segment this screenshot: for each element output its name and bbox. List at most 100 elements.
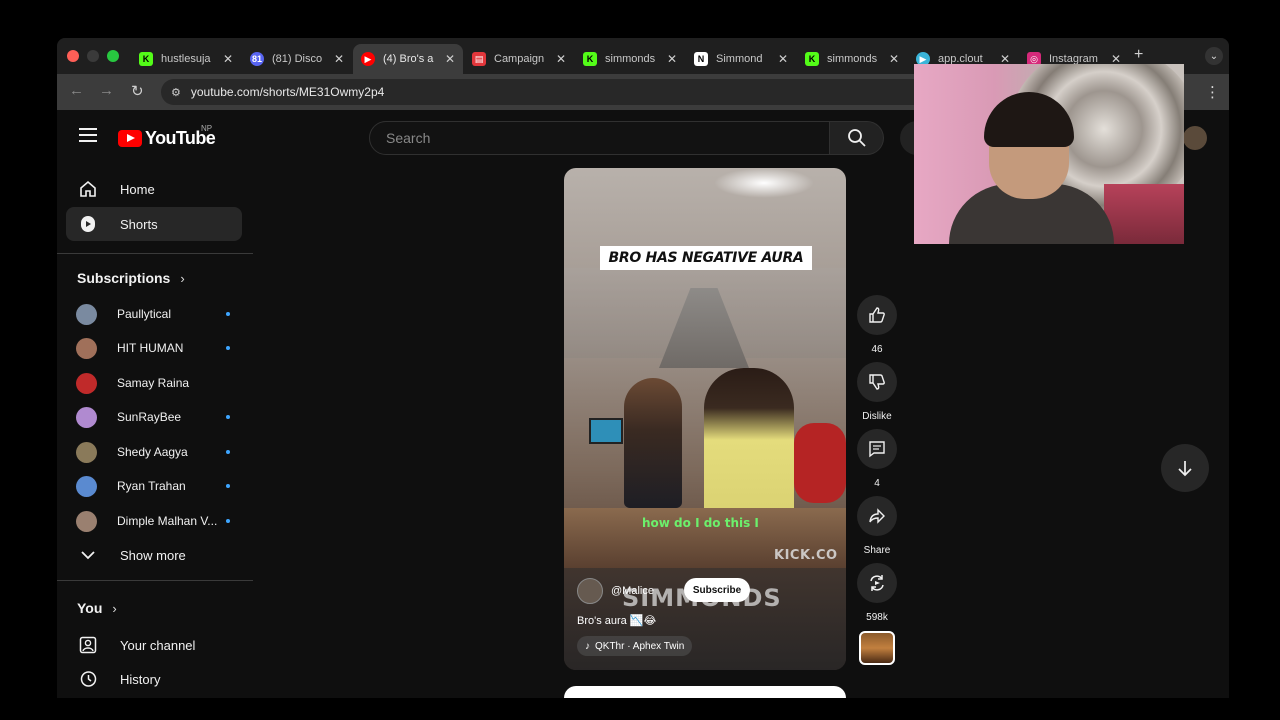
next-short-preview[interactable] — [564, 686, 846, 698]
sidebar-item-label: Your channel — [120, 637, 196, 653]
video-frame-person — [794, 423, 846, 503]
tab-search-chevron-icon[interactable]: ⌄ — [1205, 47, 1223, 65]
tab-title: simmonds — [605, 53, 656, 65]
sidebar-item-home[interactable]: Home — [66, 172, 242, 206]
share-icon — [869, 508, 885, 524]
close-window-button[interactable] — [67, 50, 79, 62]
maximize-window-button[interactable] — [107, 50, 119, 62]
close-tab-icon[interactable]: ✕ — [334, 52, 344, 66]
search-button[interactable] — [830, 121, 884, 155]
thumbs-down-icon — [869, 374, 885, 390]
webcam-overlay — [914, 64, 1184, 244]
subscription-dimple-malhan[interactable]: Dimple Malhan V... — [66, 504, 242, 538]
kick-icon: K — [805, 52, 819, 66]
tab-discord[interactable]: 81 (81) Disco ✕ — [242, 44, 352, 74]
screen: K hustlesuja ✕ 81 (81) Disco ✕ ▶ (4) Bro… — [0, 0, 1280, 720]
sidebar: Home Shorts Subscriptions › Paullytical — [57, 166, 253, 698]
minimize-window-button[interactable] — [87, 50, 99, 62]
show-more-button[interactable]: Show more — [66, 538, 242, 572]
comment-count: 4 — [874, 478, 880, 489]
sidebar-item-label: History — [120, 671, 161, 687]
chevron-right-icon: › — [180, 270, 185, 286]
close-tab-icon[interactable]: ✕ — [667, 52, 677, 66]
site-info-icon[interactable]: ⚙ — [171, 86, 181, 99]
close-tab-icon[interactable]: ✕ — [778, 52, 788, 66]
tab-hustlesuja[interactable]: K hustlesuja ✕ — [131, 44, 241, 74]
subscription-ryan-trahan[interactable]: Ryan Trahan — [66, 469, 242, 503]
subscription-sunraybee[interactable]: SunRayBee — [66, 400, 242, 434]
shorts-player[interactable]: BRO HAS NEGATIVE AURA how do I do this I… — [564, 168, 846, 670]
browser-menu-icon[interactable]: ⋮ — [1205, 83, 1220, 101]
close-tab-icon[interactable]: ✕ — [889, 52, 899, 66]
back-arrow-icon[interactable]: ← — [69, 82, 84, 99]
channel-name: HIT HUMAN — [117, 341, 184, 355]
tab-simmonds-kick-2[interactable]: K simmonds ✕ — [797, 44, 907, 74]
comments-button[interactable] — [857, 429, 897, 469]
close-tab-icon[interactable]: ✕ — [445, 52, 455, 66]
music-chip[interactable]: ♪ QKThr · Aphex Twin — [577, 636, 693, 656]
tab-title: (4) Bro's a — [383, 53, 434, 65]
like-action: 46 — [856, 295, 898, 355]
comments-action: 4 — [856, 429, 898, 489]
dislike-action: Dislike — [856, 362, 898, 422]
sound-thumbnail[interactable] — [859, 631, 895, 665]
remix-button[interactable] — [857, 563, 897, 603]
close-tab-icon[interactable]: ✕ — [556, 52, 566, 66]
like-count: 46 — [871, 344, 883, 355]
kick-icon: K — [139, 52, 153, 66]
arrow-down-icon — [1178, 461, 1192, 477]
new-content-dot — [226, 312, 230, 316]
remix-icon — [870, 575, 884, 591]
channel-name: SunRayBee — [117, 410, 182, 424]
subscription-hit-human[interactable]: HIT HUMAN — [66, 331, 242, 365]
sidebar-item-your-channel[interactable]: Your channel — [66, 628, 242, 662]
reload-icon[interactable]: ↻ — [131, 82, 144, 100]
sidebar-item-shorts[interactable]: Shorts — [66, 207, 242, 241]
music-note-icon: ♪ — [585, 640, 590, 652]
channel-name: Ryan Trahan — [117, 479, 186, 493]
new-tab-icon[interactable]: + — [1134, 46, 1143, 64]
you-heading[interactable]: You › — [77, 600, 117, 616]
search-placeholder: Search — [386, 130, 431, 146]
new-content-dot — [226, 346, 230, 350]
tab-simmond-notion[interactable]: N Simmond ✕ — [686, 44, 796, 74]
creator-avatar[interactable] — [577, 578, 603, 604]
subscriptions-heading[interactable]: Subscriptions › — [77, 270, 185, 286]
menu-icon[interactable] — [79, 128, 97, 142]
search-input[interactable]: Search — [369, 121, 830, 155]
video-subtitle: how do I do this I — [642, 516, 759, 530]
subscription-samay-raina[interactable]: Samay Raina — [66, 366, 242, 400]
search-icon — [847, 129, 866, 147]
notion-icon: N — [694, 52, 708, 66]
subscribe-button[interactable]: Subscribe — [684, 578, 750, 602]
account-avatar[interactable] — [1183, 126, 1207, 150]
creator-handle[interactable]: @Malice — [611, 585, 654, 597]
subscription-paullytical[interactable]: Paullytical — [66, 297, 242, 331]
youtube-favicon-icon: ▶ — [361, 52, 375, 66]
next-video-button[interactable] — [1161, 444, 1209, 492]
close-tab-icon[interactable]: ✕ — [223, 52, 233, 66]
tab-youtube-active[interactable]: ▶ (4) Bro's a ✕ — [353, 44, 463, 74]
region-code: NP — [201, 124, 213, 133]
tab-campaign[interactable]: ▤ Campaign ✕ — [464, 44, 574, 74]
youtube-play-icon — [118, 130, 142, 147]
kick-watermark: KICK.CO — [774, 548, 838, 563]
tab-title: Campaign — [494, 53, 545, 65]
sidebar-item-history[interactable]: History — [66, 662, 242, 696]
thumbs-up-icon — [869, 307, 885, 323]
divider — [57, 580, 253, 581]
short-title: Bro's aura 📉😂 — [577, 615, 657, 627]
music-label: QKThr · Aphex Twin — [595, 640, 685, 652]
subscription-shedy-aagya[interactable]: Shedy Aagya — [66, 435, 242, 469]
channel-name: Shedy Aagya — [117, 445, 188, 459]
forward-arrow-icon[interactable]: → — [99, 82, 114, 99]
channel-avatar — [76, 337, 97, 359]
webcam-background-bed — [1104, 184, 1184, 244]
new-content-dot — [226, 415, 230, 419]
tab-simmonds-kick[interactable]: K simmonds ✕ — [575, 44, 685, 74]
share-button[interactable] — [857, 496, 897, 536]
like-button[interactable] — [857, 295, 897, 335]
channel-name: Samay Raina — [117, 376, 190, 390]
dislike-button[interactable] — [857, 362, 897, 402]
remix-count: 598k — [866, 612, 888, 623]
